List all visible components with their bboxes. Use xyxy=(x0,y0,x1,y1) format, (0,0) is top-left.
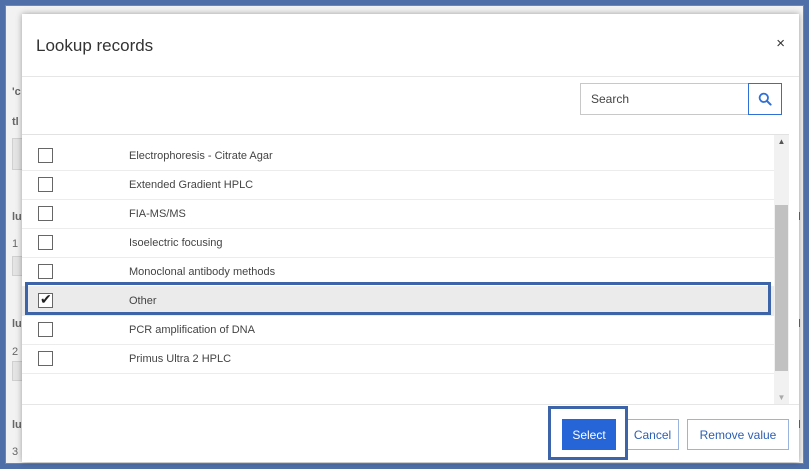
row-label: FIA-MS/MS xyxy=(129,208,186,220)
row-label: PCR amplification of DNA xyxy=(129,324,255,336)
background-fragment: 'c xyxy=(12,86,21,98)
background-fragment: 3 xyxy=(12,446,19,458)
header-divider xyxy=(22,76,799,77)
list-item[interactable]: FIA-MS/MS xyxy=(22,200,774,229)
list-item[interactable]: PCR amplification of DNA xyxy=(22,316,774,345)
list-item-selected[interactable]: ✔ Other xyxy=(22,287,774,316)
row-checkbox[interactable] xyxy=(38,177,53,192)
checkmark-icon: ✔ xyxy=(40,291,52,307)
footer-divider xyxy=(22,404,799,405)
row-checkbox[interactable] xyxy=(38,206,53,221)
close-icon[interactable]: × xyxy=(776,36,785,52)
search-icon xyxy=(758,92,772,106)
background-fragment: 2 xyxy=(12,346,19,358)
row-label: Electrophoresis - Citrate Agar xyxy=(129,150,273,162)
list-item[interactable]: Extended Gradient HPLC xyxy=(22,171,774,200)
list-scrollbar[interactable]: ▲ ▼ xyxy=(774,135,789,405)
background-fragment: lu xyxy=(12,318,22,330)
row-checkbox-checked[interactable]: ✔ xyxy=(38,291,53,308)
list-item[interactable]: Electrophoresis - Citrate Agar xyxy=(22,142,774,171)
background-fragment: lu xyxy=(12,419,22,431)
row-checkbox[interactable] xyxy=(38,264,53,279)
scroll-down-icon[interactable]: ▼ xyxy=(774,391,789,405)
remove-value-button[interactable]: Remove value xyxy=(687,419,789,450)
row-checkbox[interactable] xyxy=(38,351,53,366)
list-item[interactable]: Monoclonal antibody methods xyxy=(22,258,774,287)
lookup-records-dialog: Lookup records × Electrophoresis - Citra… xyxy=(22,14,799,462)
row-label: Primus Ultra 2 HPLC xyxy=(129,353,232,365)
cancel-button[interactable]: Cancel xyxy=(626,419,679,450)
background-fragment: lu xyxy=(12,211,22,223)
scroll-thumb[interactable] xyxy=(775,205,788,371)
background-fragment: 1 xyxy=(12,238,19,250)
row-label: Extended Gradient HPLC xyxy=(129,179,254,191)
search-box xyxy=(580,83,783,117)
list-item[interactable]: Isoelectric focusing xyxy=(22,229,774,258)
records-list: Electrophoresis - Citrate Agar Extended … xyxy=(22,134,789,406)
list-item[interactable]: Primus Ultra 2 HPLC xyxy=(22,345,774,374)
search-button[interactable] xyxy=(748,83,782,115)
search-input[interactable] xyxy=(580,83,748,115)
dialog-title: Lookup records xyxy=(36,36,154,55)
scroll-up-icon[interactable]: ▲ xyxy=(774,135,789,149)
row-label: Isoelectric focusing xyxy=(129,237,223,249)
select-button[interactable]: Select xyxy=(562,419,616,450)
row-checkbox[interactable] xyxy=(38,322,53,337)
row-label: Other xyxy=(129,295,157,307)
background-fragment: tl xyxy=(12,116,19,128)
row-label: Monoclonal antibody methods xyxy=(129,266,276,278)
row-checkbox[interactable] xyxy=(38,148,53,163)
row-checkbox[interactable] xyxy=(38,235,53,250)
